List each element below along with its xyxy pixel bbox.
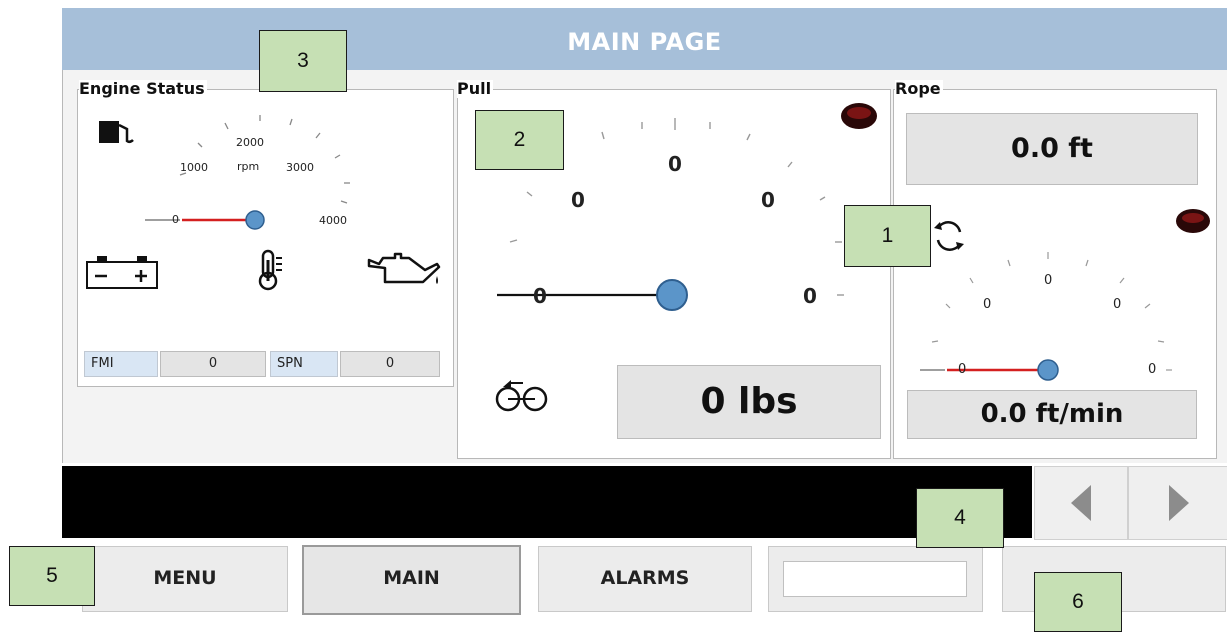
prev-page-button[interactable] bbox=[1034, 466, 1128, 540]
arrow-right-icon bbox=[1169, 485, 1189, 521]
message-bar bbox=[62, 466, 1032, 538]
oil-can-icon bbox=[367, 252, 441, 284]
pull-readout: 0 lbs bbox=[617, 365, 881, 439]
blank-field[interactable] bbox=[783, 561, 967, 597]
rope-speed-readout: 0.0 ft/min bbox=[907, 390, 1197, 439]
blank-field-button[interactable] bbox=[768, 546, 983, 612]
callout-1: 1 bbox=[844, 205, 931, 267]
fmi-label-box: FMI bbox=[84, 351, 158, 377]
thermometer-icon bbox=[258, 249, 282, 291]
pull-tick-upper-right: 0 bbox=[761, 188, 775, 212]
rope-tick-left: 0 bbox=[958, 362, 967, 377]
callout-5: 5 bbox=[9, 546, 95, 606]
rpm-unit-label: rpm bbox=[237, 160, 260, 173]
fmi-value: 0 bbox=[160, 351, 266, 377]
callout-2: 2 bbox=[475, 110, 564, 170]
rpm-tick-3000: 3000 bbox=[286, 161, 314, 174]
rope-length-readout: 0.0 ft bbox=[906, 113, 1198, 185]
engine-status-label: Engine Status bbox=[79, 79, 207, 98]
main-button[interactable]: MAIN bbox=[302, 545, 521, 615]
pulley-icon bbox=[495, 380, 548, 412]
spn-label-box: SPN bbox=[270, 351, 338, 377]
pull-label: Pull bbox=[457, 79, 494, 98]
pull-tick-right: 0 bbox=[803, 284, 817, 308]
fuel-icon bbox=[99, 121, 134, 144]
rope-tick-upper-right: 0 bbox=[1113, 297, 1122, 312]
rope-label: Rope bbox=[895, 79, 943, 98]
rpm-tick-4000: 4000 bbox=[319, 214, 347, 227]
rope-indicator-light-icon bbox=[1176, 209, 1210, 233]
rpm-tick-1000: 1000 bbox=[180, 161, 208, 174]
alarms-button[interactable]: ALARMS bbox=[538, 546, 752, 612]
rpm-tick-2000: 2000 bbox=[236, 136, 264, 149]
pull-tick-upper-left: 0 bbox=[571, 188, 585, 212]
callout-4: 4 bbox=[916, 488, 1004, 548]
pull-tick-left: 0 bbox=[533, 284, 547, 308]
rpm-tick-0: 0 bbox=[172, 213, 179, 226]
arrow-left-icon bbox=[1071, 485, 1091, 521]
rope-tick-upper-left: 0 bbox=[983, 297, 992, 312]
rope-tick-right: 0 bbox=[1148, 362, 1157, 377]
rope-speed-gauge bbox=[920, 252, 1172, 381]
callout-3: 3 bbox=[259, 30, 347, 92]
battery-icon bbox=[86, 256, 158, 289]
callout-6: 6 bbox=[1034, 572, 1122, 632]
spn-value: 0 bbox=[340, 351, 440, 377]
menu-button[interactable]: MENU bbox=[82, 546, 288, 612]
fmi-label: FMI bbox=[91, 356, 114, 371]
next-page-button[interactable] bbox=[1128, 466, 1227, 540]
spn-label: SPN bbox=[277, 356, 303, 371]
page-title: MAIN PAGE bbox=[62, 8, 1227, 70]
rope-tick-top: 0 bbox=[1044, 273, 1053, 288]
pull-tick-top: 0 bbox=[668, 152, 682, 176]
